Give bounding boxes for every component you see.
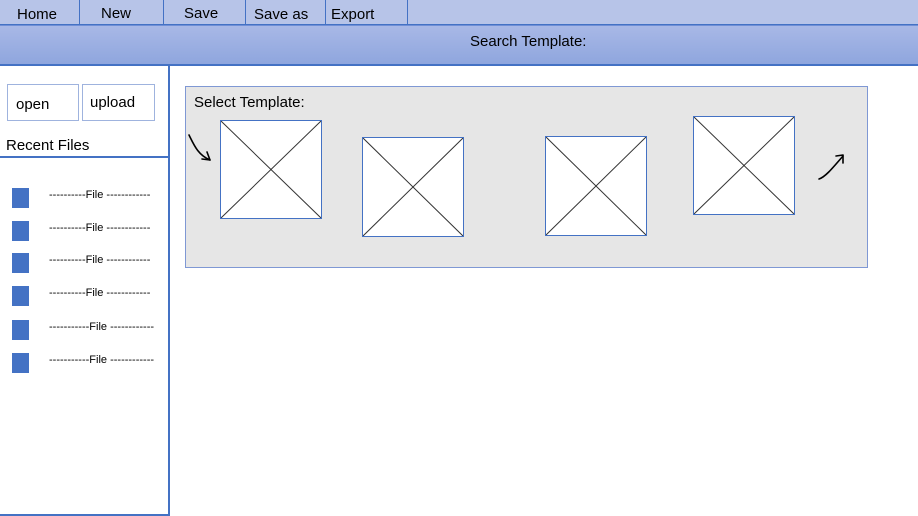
template-thumbnail[interactable] bbox=[362, 137, 464, 237]
recent-file-item[interactable]: ----------File ------------ bbox=[0, 253, 168, 277]
image-placeholder-icon bbox=[694, 117, 794, 214]
previous-arrow-icon[interactable] bbox=[186, 131, 216, 165]
file-label: ----------File ------------ bbox=[49, 254, 151, 266]
image-placeholder-icon bbox=[221, 121, 321, 218]
recent-file-item[interactable]: ----------File ------------ bbox=[0, 286, 168, 310]
sidebar: open upload Recent Files ----------File … bbox=[0, 66, 170, 516]
file-icon bbox=[12, 286, 29, 306]
file-label: -----------File ------------ bbox=[49, 354, 155, 366]
menu-item-save-as[interactable]: Save as bbox=[245, 0, 326, 25]
menu-item-label: New bbox=[101, 5, 132, 22]
menu-item-new[interactable]: New bbox=[79, 0, 164, 25]
file-label: ----------File ------------ bbox=[49, 189, 151, 201]
recent-file-item[interactable]: ----------File ------------ bbox=[0, 188, 168, 212]
select-template-title: Select Template: bbox=[194, 94, 305, 111]
menu-item-save[interactable]: Save bbox=[163, 0, 246, 25]
file-icon bbox=[12, 188, 29, 208]
recent-file-item[interactable]: -----------File ------------ bbox=[0, 320, 168, 344]
template-thumbnail[interactable] bbox=[693, 116, 795, 215]
upload-button-label: upload bbox=[90, 94, 136, 111]
menu-item-export[interactable]: Export bbox=[325, 0, 408, 25]
recent-files-title: Recent Files bbox=[6, 137, 90, 154]
menu-bar: Home New Save Save as Export bbox=[0, 0, 918, 25]
divider bbox=[0, 156, 168, 158]
image-placeholder-icon bbox=[546, 137, 646, 235]
file-icon bbox=[12, 253, 29, 273]
template-thumbnail[interactable] bbox=[545, 136, 647, 236]
search-template-label[interactable]: Search Template: bbox=[470, 33, 586, 50]
template-panel: Select Template: bbox=[185, 86, 868, 268]
recent-file-item[interactable]: ----------File ------------ bbox=[0, 221, 168, 245]
recent-file-item[interactable]: -----------File ------------ bbox=[0, 353, 168, 377]
file-icon bbox=[12, 353, 29, 373]
image-placeholder-icon bbox=[363, 138, 463, 236]
file-icon bbox=[12, 221, 29, 241]
file-label: ----------File ------------ bbox=[49, 287, 151, 299]
file-label: -----------File ------------ bbox=[49, 321, 155, 333]
search-bar[interactable]: Search Template: bbox=[0, 25, 918, 66]
template-thumbnail[interactable] bbox=[220, 120, 322, 219]
file-icon bbox=[12, 320, 29, 340]
open-button[interactable]: open bbox=[7, 84, 79, 121]
upload-button[interactable]: upload bbox=[82, 84, 155, 121]
file-label: ----------File ------------ bbox=[49, 222, 151, 234]
next-arrow-icon[interactable] bbox=[815, 150, 849, 184]
menu-item-label: Save bbox=[184, 5, 219, 22]
menu-item-home[interactable]: Home bbox=[0, 0, 80, 25]
open-button-label: open bbox=[16, 96, 50, 113]
